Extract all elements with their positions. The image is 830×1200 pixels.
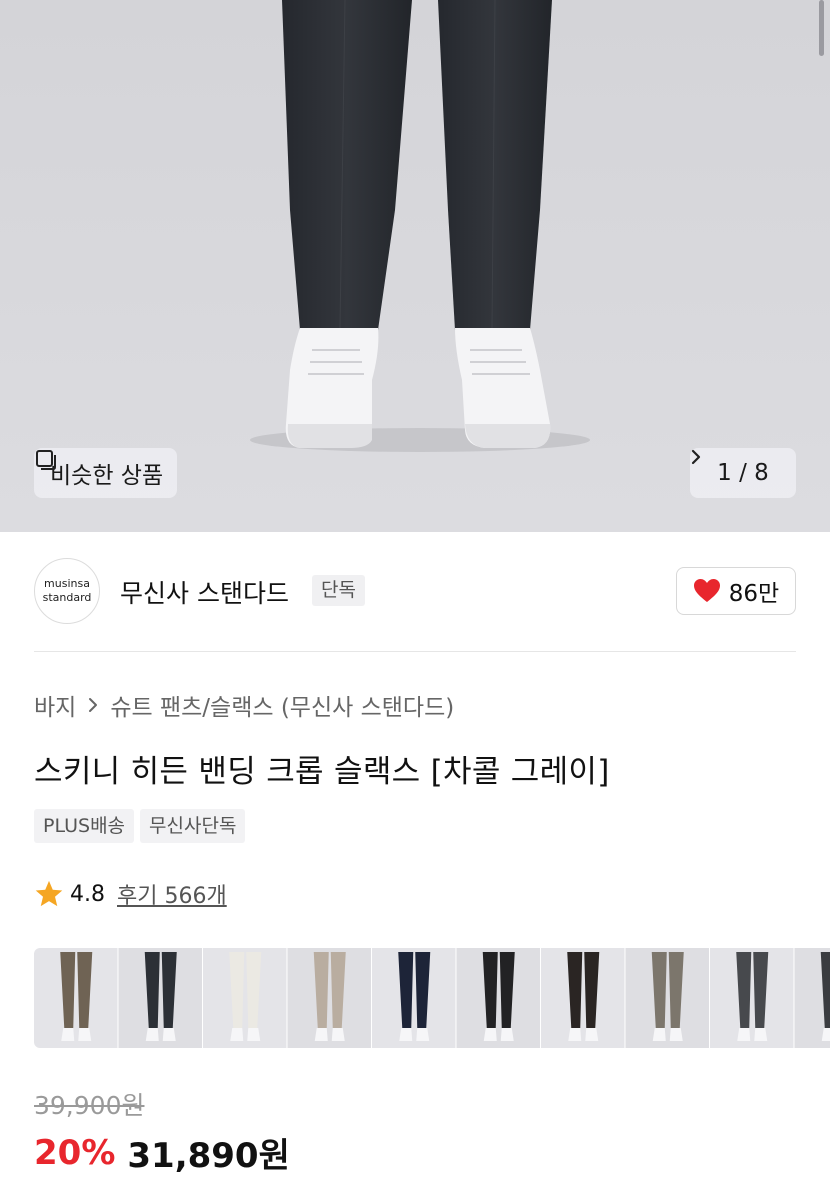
similar-items-label: 비슷한 상품 — [50, 463, 164, 489]
rating-score: 4.8 — [70, 881, 105, 907]
brand-logo[interactable]: musinsa standard — [34, 558, 100, 624]
similar-items-icon — [36, 450, 56, 470]
chevron-right-icon — [89, 698, 98, 712]
product-title: 스키니 히든 밴딩 크롭 슬랙스 [차콜 그레이] — [34, 754, 610, 790]
price-row: 20% 31,890원 — [34, 1128, 290, 1177]
breadcrumb: 바지 슈트 팬츠/슬랙스 (무신사 스탠다드) — [34, 688, 454, 722]
original-price: 39,900원 — [34, 1091, 145, 1120]
chevron-right-icon — [691, 449, 701, 465]
like-button[interactable]: 86만 — [676, 567, 796, 615]
color-variant-thumb[interactable] — [456, 948, 541, 1048]
like-count: 86만 — [728, 581, 780, 607]
similar-items-button[interactable]: 비슷한 상품 — [34, 448, 178, 498]
color-variants — [34, 948, 830, 1048]
color-variant-thumb[interactable] — [625, 948, 710, 1048]
sale-price: 31,890원 — [127, 1136, 290, 1176]
color-variant-thumb[interactable] — [287, 948, 372, 1048]
heart-icon — [693, 579, 720, 602]
tag-plus-delivery: PLUS배송 — [34, 809, 135, 843]
product-image[interactable]: 비슷한 상품 1 / 8 — [0, 0, 830, 532]
color-variant-thumb[interactable] — [794, 948, 830, 1048]
breadcrumb-subcategory[interactable]: 슈트 팬츠/슬랙스 (무신사 스탠다드) — [110, 688, 454, 722]
exclusive-badge: 단독 — [312, 575, 365, 606]
color-variant-thumb[interactable] — [34, 948, 118, 1048]
brand-logo-line1: musinsa — [44, 577, 90, 590]
product-tags: PLUS배송 무신사단독 — [34, 809, 246, 843]
color-variant-thumb[interactable] — [541, 948, 625, 1048]
divider — [34, 651, 796, 652]
color-variant-thumb[interactable] — [710, 948, 794, 1048]
reviews-link[interactable]: 후기 566개 — [117, 878, 227, 910]
brand-logo-line2: standard — [42, 591, 92, 604]
color-variant-thumb[interactable] — [118, 948, 203, 1048]
breadcrumb-category[interactable]: 바지 — [34, 688, 76, 722]
discount-rate: 20% — [34, 1132, 116, 1173]
color-variant-strip — [34, 948, 830, 1048]
brand-row: musinsa standard 무신사 스탠다드 단독 86만 — [34, 558, 796, 624]
star-icon — [35, 880, 63, 907]
color-variant-thumb[interactable] — [372, 948, 456, 1048]
brand-name[interactable]: 무신사 스탠다드 — [120, 574, 289, 610]
image-counter-button[interactable]: 1 / 8 — [690, 448, 796, 498]
rating-row: 4.8 후기 566개 — [34, 878, 227, 910]
color-variant-thumb[interactable] — [203, 948, 287, 1048]
scrollbar[interactable] — [819, 0, 824, 56]
tag-exclusive: 무신사단독 — [140, 809, 246, 843]
image-counter: 1 / 8 — [717, 460, 769, 486]
